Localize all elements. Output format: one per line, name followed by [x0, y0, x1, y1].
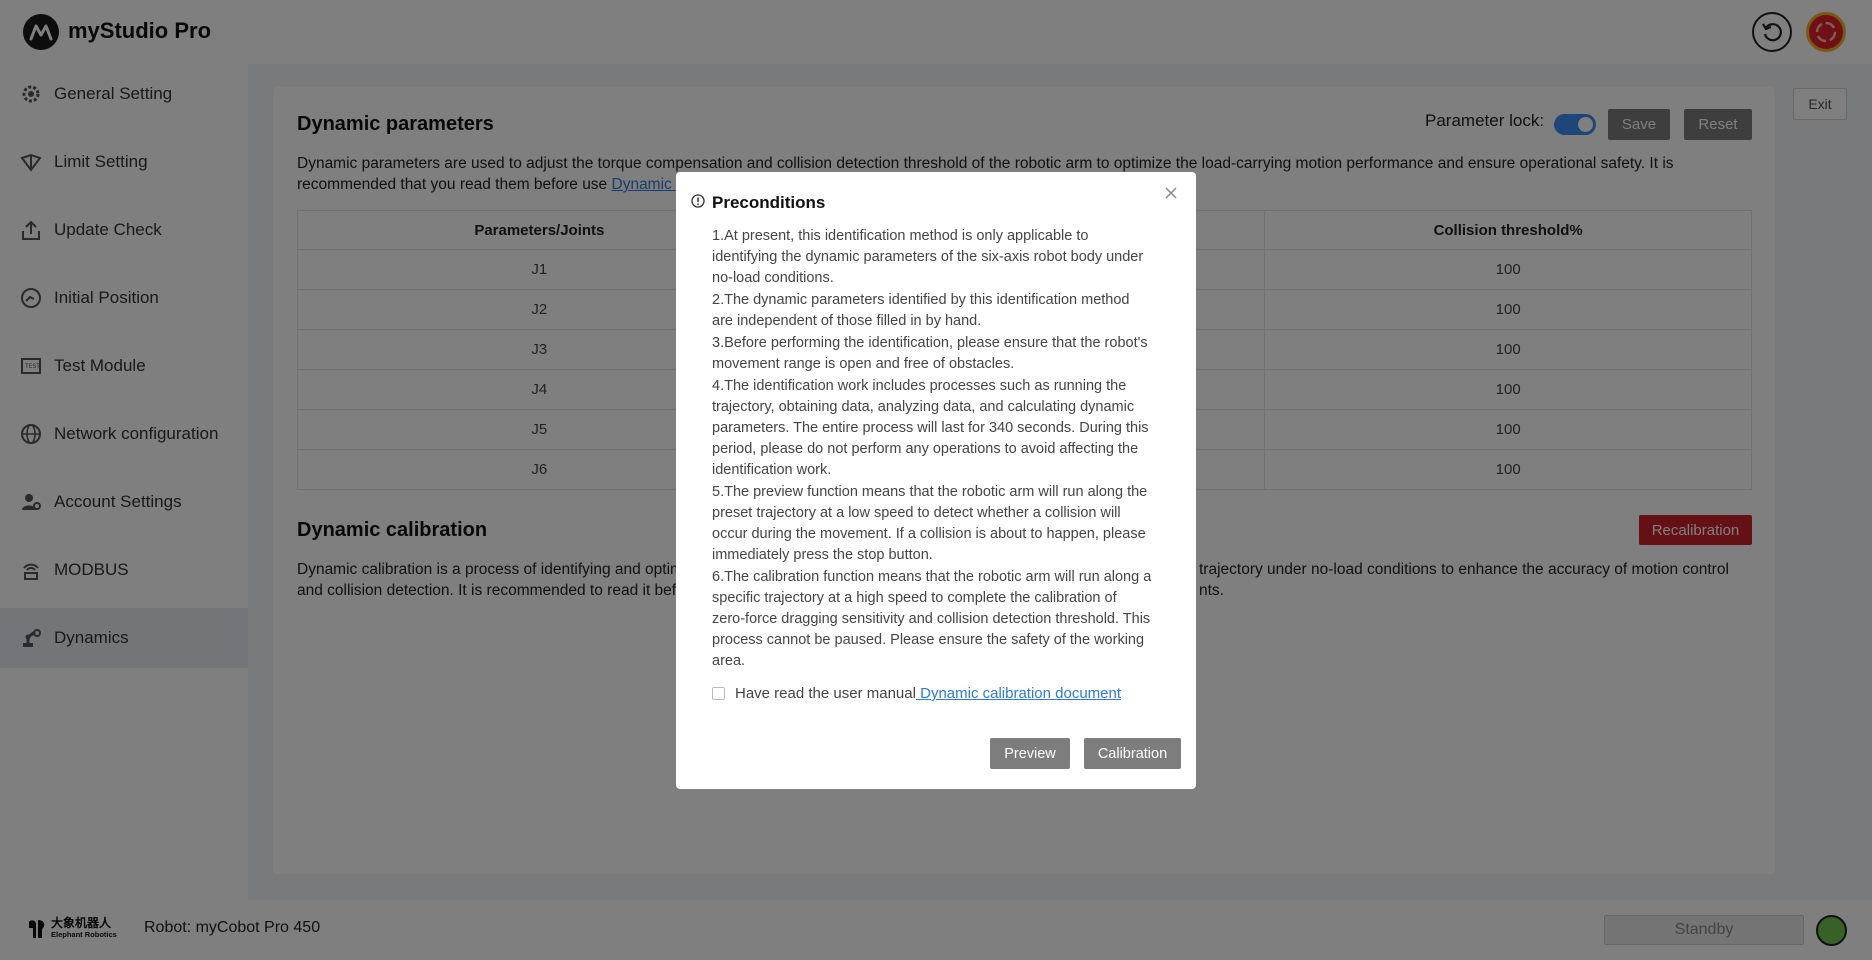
- precondition-item: 5.The preview function means that the ro…: [712, 484, 1148, 563]
- agree-label: Have read the user manual: [735, 685, 916, 702]
- calibration-button[interactable]: Calibration: [1084, 738, 1181, 769]
- precondition-item: 4.The identification work includes proce…: [712, 378, 1149, 478]
- precondition-item: 1.At present, this identification method…: [712, 228, 1144, 286]
- dialog-body: 1.At present, this identification method…: [712, 226, 1152, 673]
- calibration-doc-link[interactable]: Dynamic calibration document: [916, 685, 1121, 702]
- agree-row: Have read the user manual Dynamic calibr…: [712, 685, 1121, 702]
- precondition-item: 2.The dynamic parameters identified by t…: [712, 292, 1130, 329]
- info-icon: [691, 194, 705, 208]
- dialog-title: Preconditions: [712, 193, 826, 212]
- precondition-item: 6.The calibration function means that th…: [712, 569, 1152, 669]
- close-icon[interactable]: [1163, 185, 1179, 201]
- agree-checkbox[interactable]: [712, 687, 725, 700]
- preconditions-dialog: Preconditions 1.At present, this identif…: [676, 172, 1196, 789]
- preview-button[interactable]: Preview: [990, 738, 1070, 769]
- precondition-item: 3.Before performing the identification, …: [712, 335, 1148, 372]
